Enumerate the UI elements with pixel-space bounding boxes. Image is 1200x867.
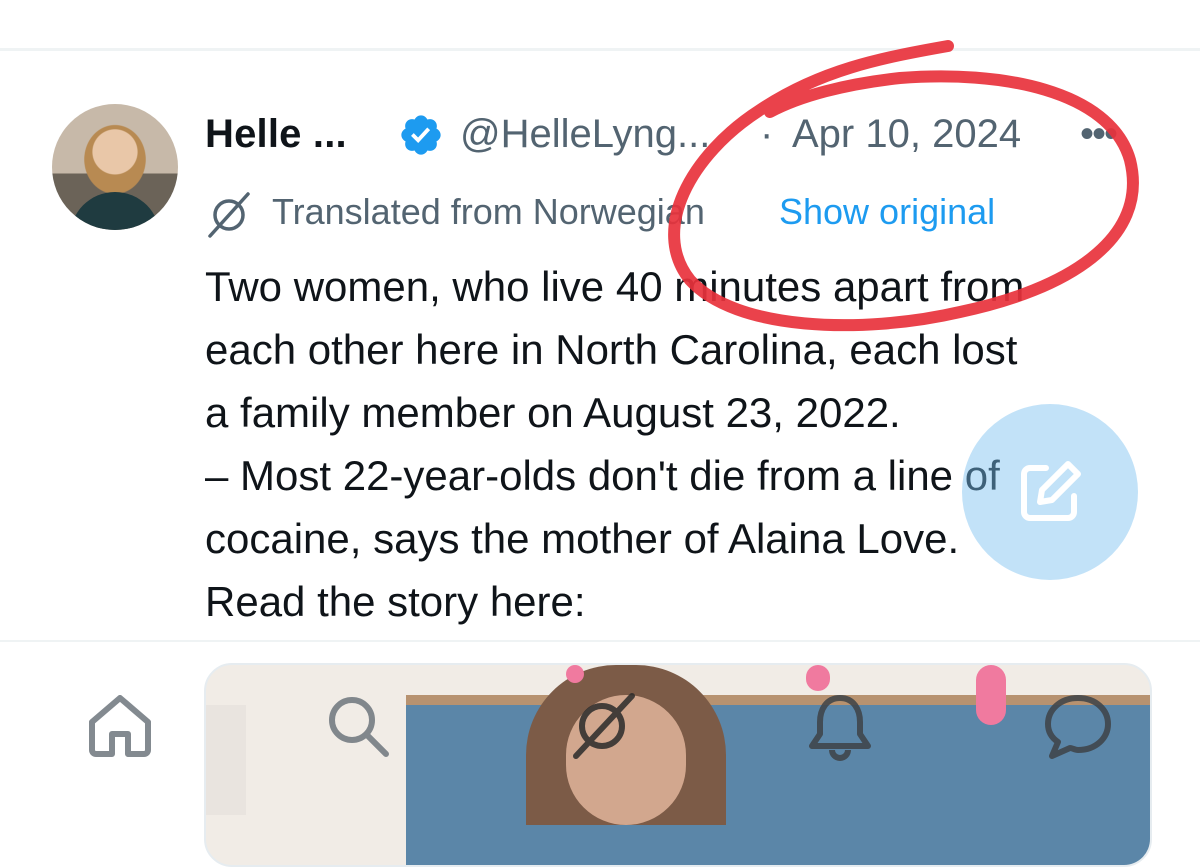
grok-icon[interactable] xyxy=(566,690,638,762)
tweet-date[interactable]: Apr 10, 2024 xyxy=(792,112,1021,157)
media-decoration xyxy=(976,665,1006,725)
translate-icon xyxy=(208,192,250,238)
media-decoration xyxy=(806,665,830,691)
author-avatar[interactable] xyxy=(52,104,178,230)
more-options-button[interactable]: ••• xyxy=(1080,112,1118,157)
author-handle[interactable]: @HelleLyng... xyxy=(460,112,710,157)
show-original-link[interactable]: Show original xyxy=(779,191,995,233)
tweet-text-line: Two women, who live 40 minutes apart fro… xyxy=(205,263,1025,310)
home-icon[interactable] xyxy=(84,690,156,762)
media-decoration xyxy=(566,665,584,683)
avatar-shirt xyxy=(70,192,160,230)
search-icon[interactable] xyxy=(322,690,394,762)
media-couch xyxy=(406,705,1150,865)
verified-badge-icon xyxy=(401,115,441,155)
author-name[interactable]: Helle ... xyxy=(205,112,347,157)
top-divider xyxy=(0,48,1200,51)
tweet-text-line: each other here in North Carolina, each … xyxy=(205,326,1018,373)
section-divider xyxy=(0,640,1200,642)
media-sign xyxy=(206,705,246,815)
message-icon[interactable] xyxy=(1042,690,1114,762)
bell-icon[interactable] xyxy=(804,690,876,762)
compose-icon xyxy=(1021,461,1081,521)
header-separator: · xyxy=(760,112,774,156)
translation-note: Translated from Norwegian xyxy=(272,191,705,232)
compose-button[interactable] xyxy=(962,404,1138,580)
tweet-text-line: Read the story here: xyxy=(205,578,586,625)
